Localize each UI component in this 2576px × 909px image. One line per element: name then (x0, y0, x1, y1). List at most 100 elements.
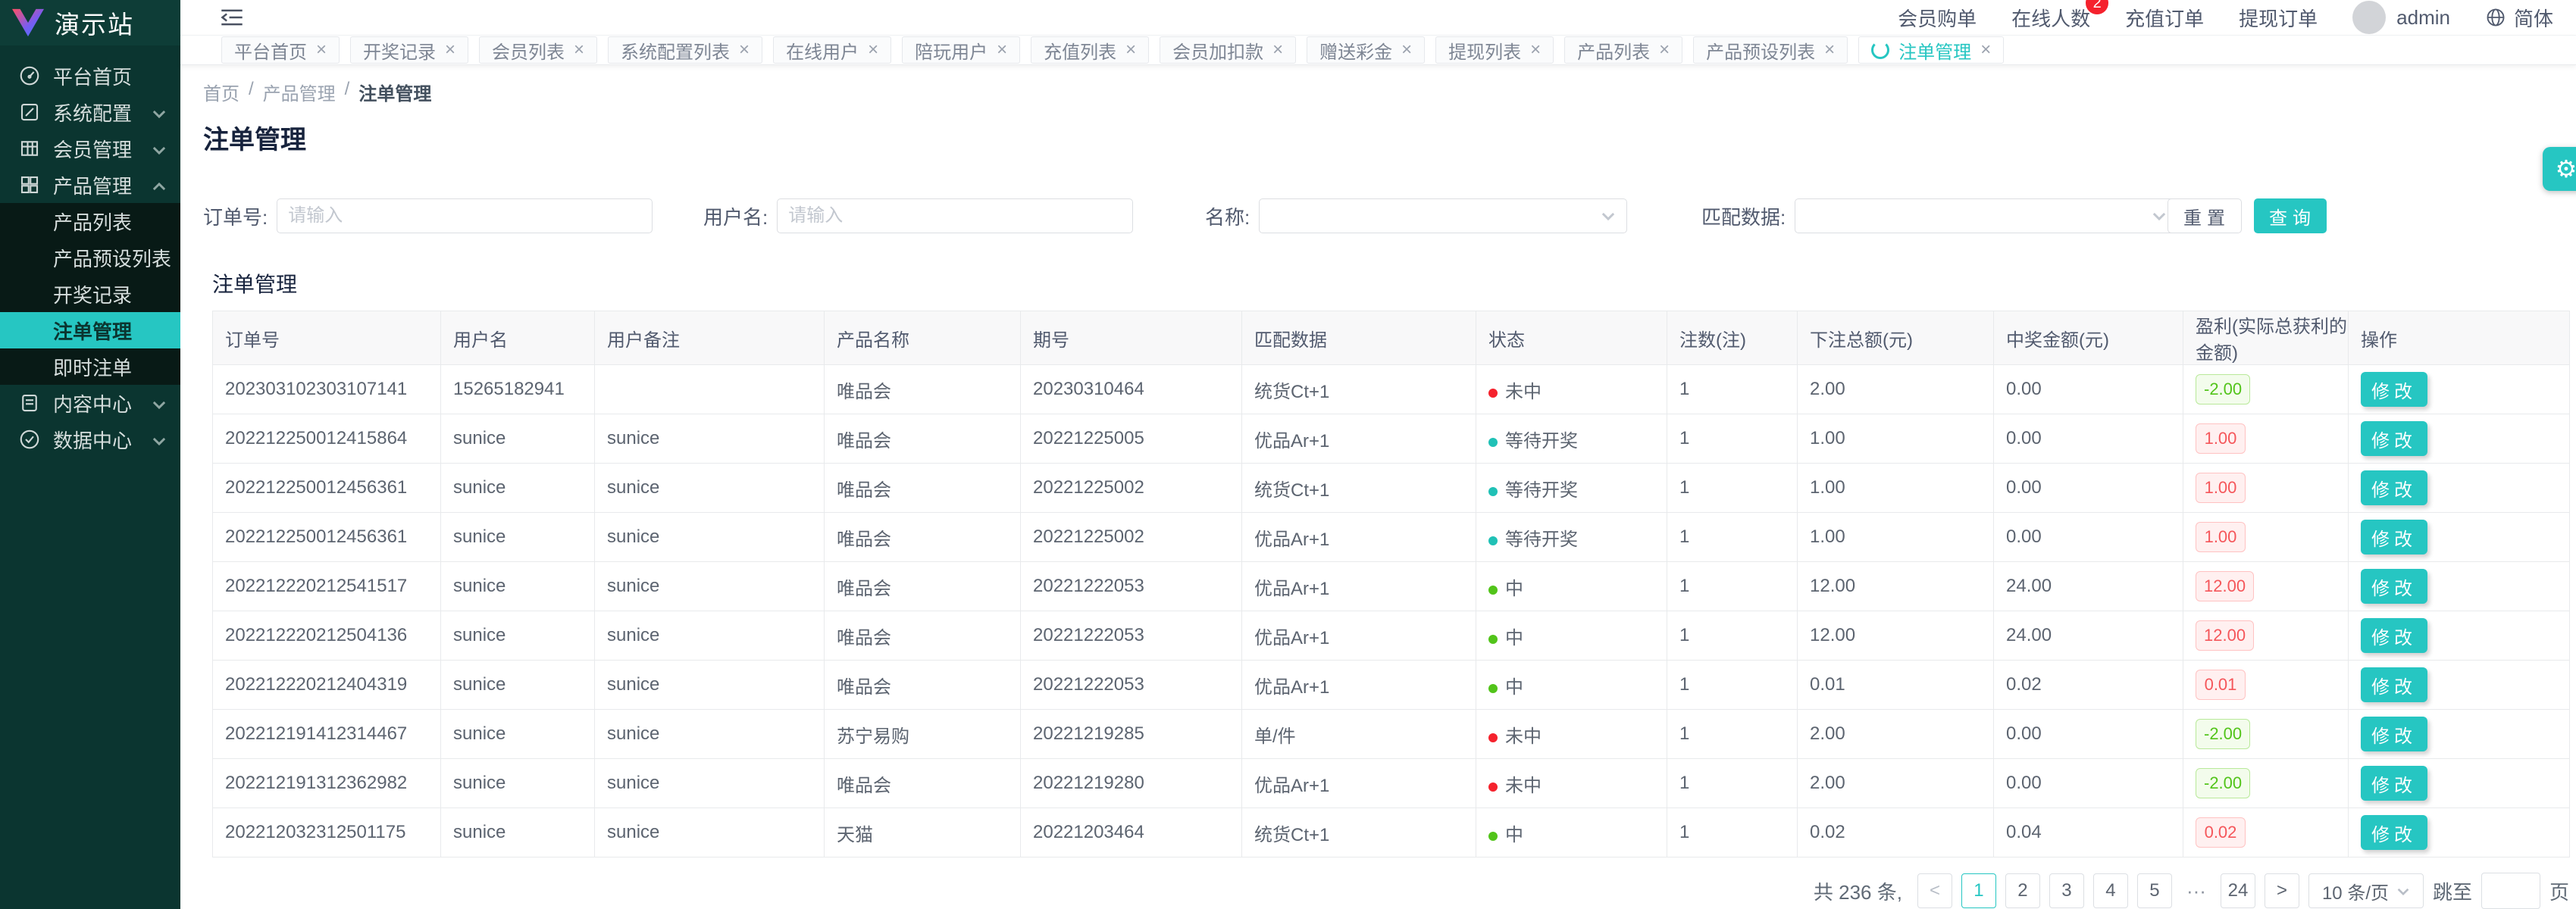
cell-profit: -2.00 (2183, 710, 2349, 759)
cell-username: sunice (441, 759, 595, 808)
tab-online-users[interactable]: 在线用户× (773, 36, 891, 64)
next-page-button[interactable]: > (2265, 873, 2299, 908)
tab-gift-bonus[interactable]: 赠送彩金× (1307, 36, 1425, 64)
sidebar-item-member-management[interactable]: 会员管理 (0, 130, 180, 167)
cell-win: 0.00 (1994, 365, 2183, 414)
edit-button[interactable]: 修改 (2361, 520, 2427, 554)
breadcrumb-item: 注单管理 (358, 79, 431, 105)
page-button-3[interactable]: 3 (2049, 873, 2084, 908)
cell-total: 1.00 (1798, 414, 1994, 464)
edit-button[interactable]: 修改 (2361, 717, 2427, 751)
edit-button[interactable]: 修改 (2361, 766, 2427, 801)
sidebar-item-data-center[interactable]: 数据中心 (0, 421, 180, 458)
tab-recharge-list[interactable]: 充值列表× (1031, 36, 1149, 64)
topbar-link-withdraw-orders[interactable]: 提现订单 (2239, 4, 2318, 32)
sidebar-item-system-config[interactable]: 系统配置 (0, 94, 180, 130)
cell-remark: sunice (595, 414, 825, 464)
table-row: 202212220212404319sunicesunice唯品会2022122… (213, 661, 2570, 710)
profit-badge: 12.00 (2196, 571, 2254, 601)
page-button-24[interactable]: 24 (2221, 873, 2255, 908)
page-size-select[interactable]: 10 条/页 (2308, 873, 2424, 908)
name-select[interactable] (1259, 198, 1627, 233)
cell-period: 20221219285 (1021, 710, 1242, 759)
close-icon[interactable]: × (1980, 39, 1991, 61)
username-input[interactable] (777, 198, 1133, 233)
order-no-input[interactable] (277, 198, 653, 233)
close-icon[interactable]: × (1659, 39, 1670, 61)
sidebar-item-product-management[interactable]: 产品管理 (0, 167, 180, 203)
tab-bet-order-management[interactable]: 注单管理× (1858, 36, 2004, 64)
cell-order: 202212191412314467 (213, 710, 441, 759)
tab-companion-users[interactable]: 陪玩用户× (902, 36, 1020, 64)
close-icon[interactable]: × (574, 39, 584, 61)
tab-product-list[interactable]: 产品列表× (1564, 36, 1682, 64)
language-switch[interactable]: 简体 (2485, 4, 2553, 32)
sidebar-item-realtime-bet-orders[interactable]: 即时注单 (0, 348, 180, 385)
edit-button[interactable]: 修改 (2361, 421, 2427, 456)
close-icon[interactable]: × (1401, 39, 1412, 61)
cell-profit: 0.02 (2183, 808, 2349, 857)
search-button[interactable]: 查询 (2254, 198, 2327, 233)
app: 演示站 平台首页系统配置会员管理产品管理产品列表产品预设列表开奖记录注单管理即时… (0, 0, 2576, 909)
sidebar-item-lottery-records[interactable]: 开奖记录 (0, 276, 180, 312)
cell-match: 统货Ct+1 (1242, 365, 1476, 414)
close-icon[interactable]: × (868, 39, 878, 61)
reset-button[interactable]: 重置 (2168, 198, 2242, 233)
breadcrumb-item[interactable]: 首页 (203, 79, 239, 105)
close-icon[interactable]: × (997, 39, 1007, 61)
close-icon[interactable]: × (739, 39, 750, 61)
name-label: 名称: (1205, 202, 1250, 230)
close-icon[interactable]: × (1530, 39, 1541, 61)
close-icon[interactable]: × (1125, 39, 1136, 61)
sidebar-item-product-list[interactable]: 产品列表 (0, 203, 180, 239)
tab-withdraw-list[interactable]: 提现列表× (1435, 36, 1554, 64)
close-icon[interactable]: × (1824, 39, 1835, 61)
user-menu[interactable]: admin (2352, 1, 2450, 34)
cell-order: 202212250012456361 (213, 513, 441, 562)
cell-match: 统货Ct+1 (1242, 464, 1476, 513)
tab-member-adjustment[interactable]: 会员加扣款× (1160, 36, 1296, 64)
page-button-4[interactable]: 4 (2093, 873, 2128, 908)
sidebar-item-bet-order-management[interactable]: 注单管理 (0, 312, 180, 348)
topbar-link-member-orders[interactable]: 会员购单 (1898, 4, 1977, 32)
collapse-menu-icon[interactable] (220, 7, 244, 28)
edit-button[interactable]: 修改 (2361, 618, 2427, 653)
table-row: 202212191412314467sunicesunice苏宁易购202212… (213, 710, 2570, 759)
edit-button[interactable]: 修改 (2361, 667, 2427, 702)
tab-platform-home[interactable]: 平台首页× (221, 36, 340, 64)
jump-page-input[interactable] (2481, 873, 2540, 909)
close-icon[interactable]: × (445, 39, 455, 61)
tab-member-list[interactable]: 会员列表× (479, 36, 597, 64)
status-dot-win (1488, 832, 1498, 841)
edit-button[interactable]: 修改 (2361, 815, 2427, 850)
match-data-select[interactable] (1795, 198, 2178, 233)
profit-badge: 12.00 (2196, 620, 2254, 651)
sidebar-item-content-center[interactable]: 内容中心 (0, 385, 180, 421)
prev-page-button[interactable]: < (1917, 873, 1952, 908)
topbar-link-recharge-orders[interactable]: 充值订单 (2125, 4, 2204, 32)
page-button-5[interactable]: 5 (2137, 873, 2172, 908)
status-dot-lose (1488, 733, 1498, 742)
profit-badge: 0.01 (2196, 670, 2246, 700)
gauge-icon (18, 64, 41, 87)
tab-system-config-list[interactable]: 系统配置列表× (608, 36, 762, 64)
page-title: 注单管理 (203, 119, 2576, 156)
table-row: 202212220212504136sunicesunice唯品会2022122… (213, 611, 2570, 661)
sidebar-item-platform-home[interactable]: 平台首页 (0, 58, 180, 94)
tab-lottery-records[interactable]: 开奖记录× (350, 36, 468, 64)
tab-product-preset-list[interactable]: 产品预设列表× (1693, 36, 1848, 64)
close-icon[interactable]: × (316, 39, 327, 61)
page-button-2[interactable]: 2 (2005, 873, 2040, 908)
edit-button[interactable]: 修改 (2361, 372, 2427, 407)
edit-button[interactable]: 修改 (2361, 470, 2427, 505)
sidebar-item-product-preset-list[interactable]: 产品预设列表 (0, 239, 180, 276)
breadcrumb-item[interactable]: 产品管理 (263, 79, 336, 105)
breadcrumb-separator: / (345, 79, 350, 105)
close-icon[interactable]: × (1272, 39, 1283, 61)
cell-product: 唯品会 (825, 562, 1021, 611)
topbar-link-online-users[interactable]: 在线人数 2 (2011, 4, 2090, 32)
settings-handle[interactable]: ⚙ (2543, 147, 2576, 191)
edit-button[interactable]: 修改 (2361, 569, 2427, 604)
page-button-1[interactable]: 1 (1961, 873, 1996, 908)
logo[interactable]: 演示站 (0, 0, 180, 45)
